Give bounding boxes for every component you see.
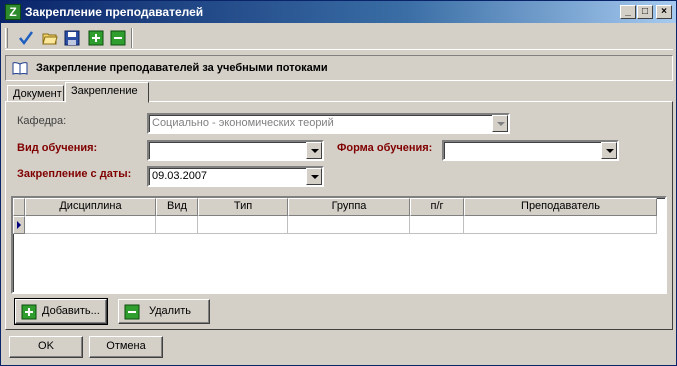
minimize-button[interactable]: _ — [620, 5, 636, 19]
assignment-tab-panel: Кафедра: Социально - экономических теори… — [5, 101, 673, 330]
add-button-label: Добавить... — [42, 305, 100, 317]
start-date-picker[interactable]: 09.03.2007 — [147, 166, 324, 187]
remove-icon — [110, 30, 126, 46]
add-icon — [88, 30, 104, 46]
save-icon — [64, 30, 80, 46]
chevron-down-icon[interactable] — [306, 168, 322, 185]
chevron-down-icon — [492, 115, 508, 132]
delete-button-label: Удалить — [149, 305, 191, 317]
chevron-down-icon[interactable] — [601, 142, 617, 159]
remove-icon — [124, 304, 140, 320]
toolbar — [5, 26, 673, 50]
cell-kind[interactable] — [198, 216, 288, 234]
main-window: Z Закрепление преподавателей _ □ × Закре… — [0, 0, 677, 366]
maximize-button[interactable]: □ — [637, 5, 653, 19]
cell-group[interactable] — [288, 216, 410, 234]
ok-button[interactable]: OK — [9, 336, 83, 358]
confirm-toolbar-button[interactable] — [15, 27, 37, 49]
cell-subgroup[interactable] — [410, 216, 464, 234]
column-header-group[interactable]: Группа — [288, 198, 410, 216]
row-indicator-header — [13, 198, 25, 216]
toolbar-grip[interactable] — [5, 28, 8, 48]
start-date-label: Закрепление с даты: — [17, 168, 132, 180]
open-toolbar-button[interactable] — [39, 27, 61, 49]
section-header-title: Закрепление преподавателей за учебными п… — [36, 62, 328, 74]
kafedra-label: Кафедра: — [17, 115, 67, 127]
kafedra-value: Социально - экономических теорий — [152, 117, 334, 129]
column-header-kind[interactable]: Тип — [198, 198, 288, 216]
assignment-grid[interactable]: Дисциплина Вид Тип Группа п/г Преподават… — [11, 196, 667, 294]
add-toolbar-button[interactable] — [85, 27, 107, 49]
table-row[interactable] — [13, 216, 665, 234]
start-date-value: 09.03.2007 — [152, 170, 208, 182]
current-row-indicator — [13, 216, 25, 234]
tab-assignment[interactable]: Закрепление — [65, 82, 149, 103]
kafedra-select: Социально - экономических теорий — [147, 113, 510, 134]
close-button[interactable]: × — [656, 5, 672, 19]
toolbar-separator — [131, 28, 133, 48]
add-button[interactable]: Добавить... — [14, 298, 108, 325]
cell-teacher[interactable] — [464, 216, 657, 234]
tab-document[interactable]: Документ — [7, 85, 64, 102]
study-form-label: Форма обучения: — [337, 142, 433, 154]
study-type-label: Вид обучения: — [17, 142, 98, 154]
column-header-discipline[interactable]: Дисциплина — [25, 198, 156, 216]
grid-header: Дисциплина Вид Тип Группа п/г Преподават… — [13, 198, 665, 216]
remove-toolbar-button[interactable] — [107, 27, 129, 49]
book-icon — [12, 62, 28, 75]
title-bar[interactable]: Z Закрепление преподавателей _ □ × — [1, 1, 676, 23]
column-header-teacher[interactable]: Преподаватель — [464, 198, 657, 216]
window-title: Закрепление преподавателей — [25, 5, 204, 19]
save-toolbar-button[interactable] — [61, 27, 83, 49]
cancel-button[interactable]: Отмена — [89, 336, 163, 358]
study-form-select[interactable] — [442, 140, 619, 161]
section-header: Закрепление преподавателей за учебными п… — [5, 55, 673, 81]
open-folder-icon — [42, 33, 58, 45]
cell-discipline[interactable] — [25, 216, 156, 234]
cell-type[interactable] — [156, 216, 198, 234]
delete-button[interactable]: Удалить — [118, 299, 210, 324]
study-type-select[interactable] — [147, 140, 324, 161]
column-header-type[interactable]: Вид — [156, 198, 198, 216]
chevron-down-icon[interactable] — [306, 142, 322, 159]
add-icon — [21, 304, 37, 320]
app-icon: Z — [5, 4, 21, 20]
column-header-subgroup[interactable]: п/г — [410, 198, 464, 216]
checkmark-icon — [19, 31, 34, 46]
